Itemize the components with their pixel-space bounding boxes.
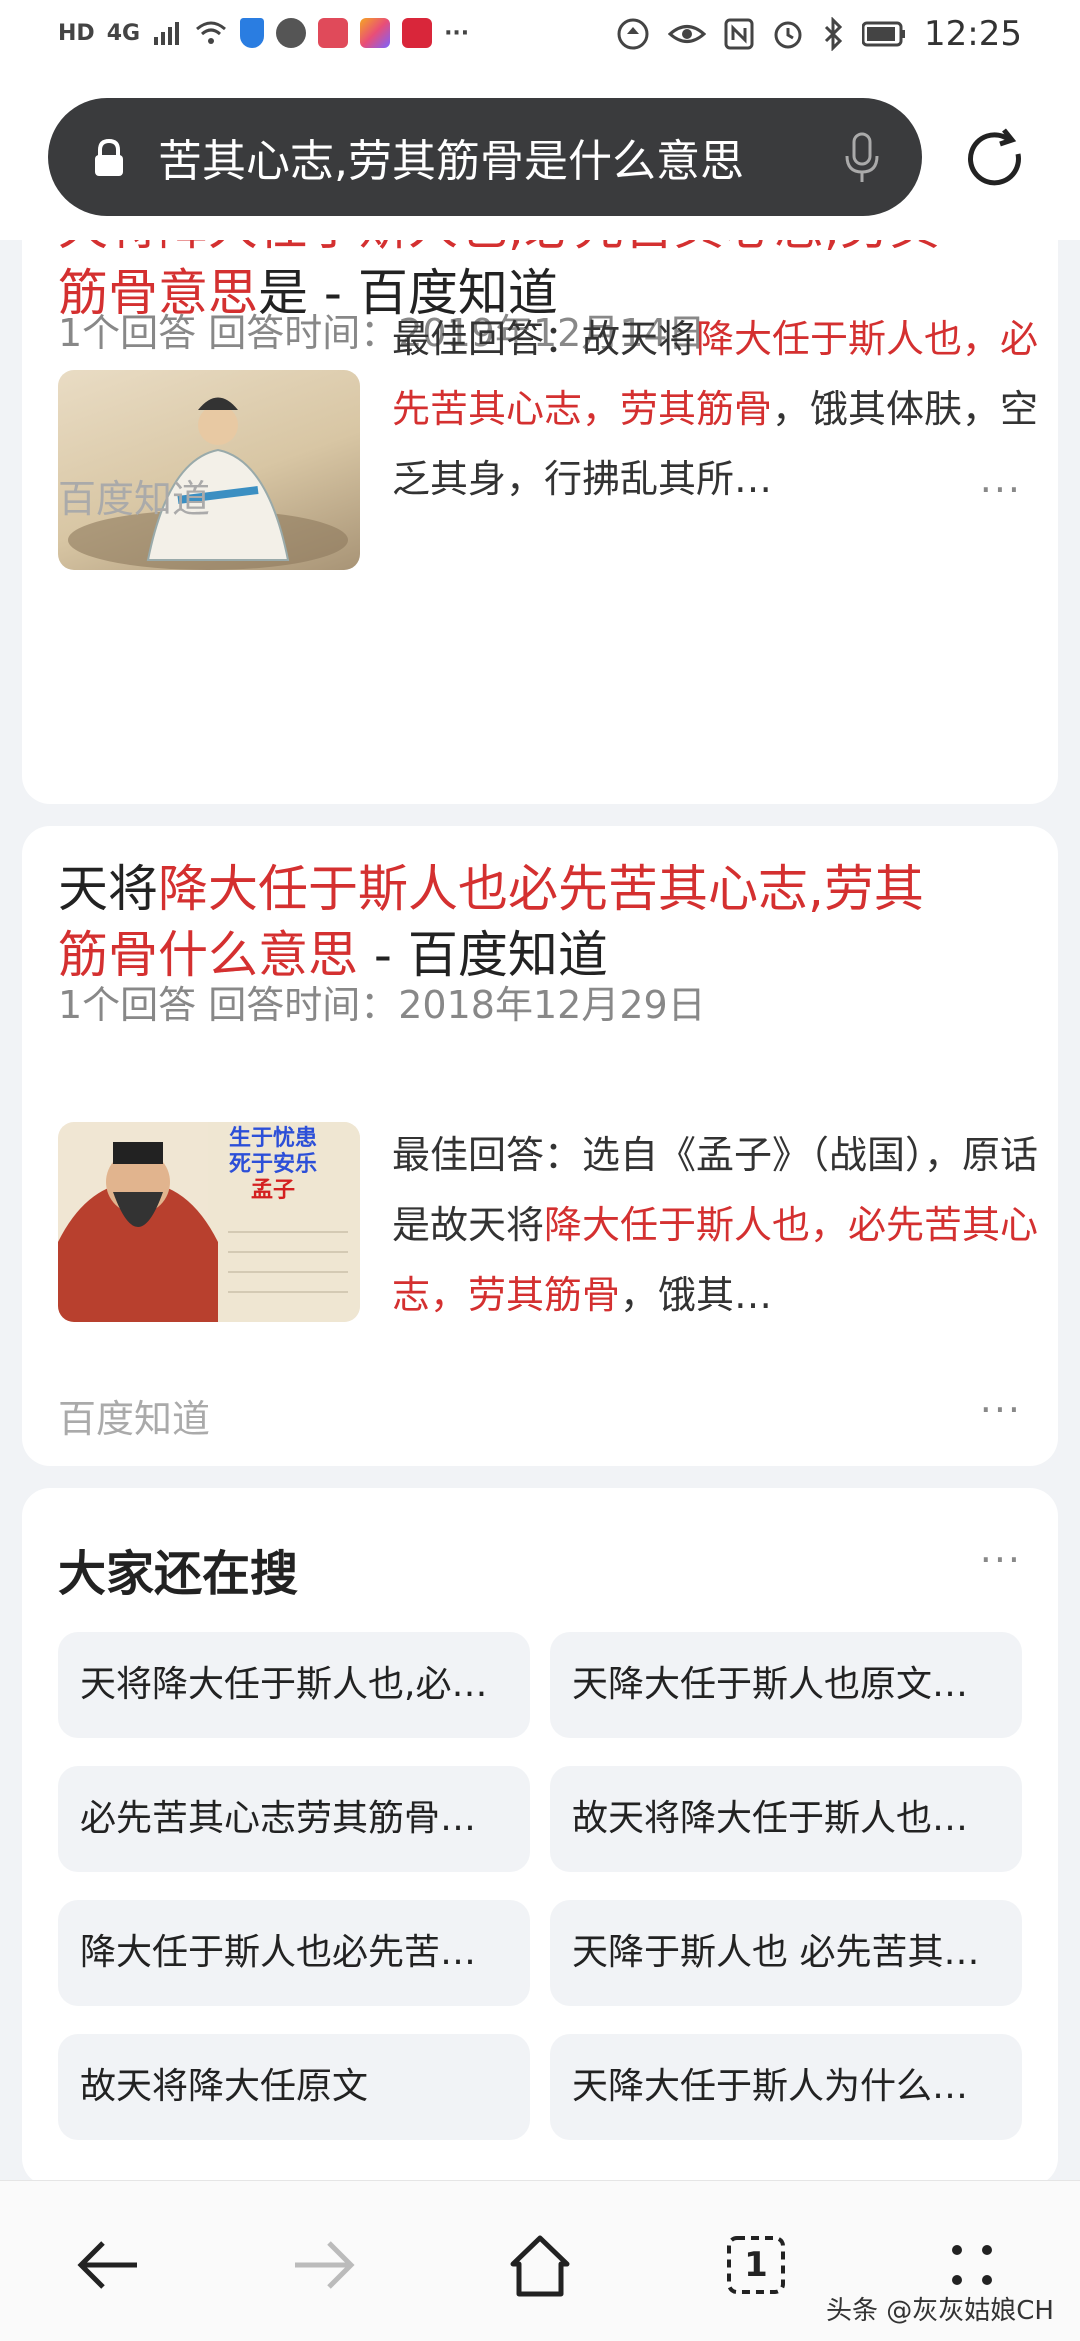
data-saver-icon [617, 18, 649, 50]
result-more-button[interactable]: ··· [980, 1388, 1022, 1432]
more-notifications-icon: ··· [444, 20, 470, 46]
wifi-icon [196, 21, 227, 44]
refresh-icon[interactable] [960, 124, 1030, 194]
back-button[interactable] [68, 2225, 148, 2305]
signal-icon [154, 22, 180, 45]
result-meta: 1个回答 回答时间：2018年12月29日 [58, 983, 706, 1027]
menu-dots-icon [952, 2245, 992, 2285]
title-line-1: 天将降大任于斯人也必先苦其心志,劳其 [58, 860, 924, 918]
status-right: 12:25 [616, 14, 1022, 54]
tab-count: 1 [744, 2245, 768, 2285]
arrow-left-icon [77, 2241, 137, 2289]
related-chip[interactable]: 天降于斯人也 必先苦其… [550, 1900, 1022, 2006]
status-left: HD 4G ··· [58, 18, 469, 48]
home-icon [510, 2235, 570, 2297]
status-bar: HD 4G ··· 12:25 [0, 0, 1080, 80]
microphone-icon[interactable] [842, 130, 882, 186]
reader-app-icon [318, 18, 349, 48]
thumb-caption: 生于忧患 死于安乐 孟子 [228, 1126, 317, 1203]
bluetooth-icon [824, 17, 843, 51]
tabs-button[interactable]: 1 [716, 2225, 796, 2305]
search-query[interactable]: 苦其心志,劳其筋骨是什么意思 [158, 125, 744, 189]
result-snippet: 最佳回答：故天将降大任于斯人也，必先苦其心志，劳其筋骨，饿其体肤，空乏其身，行拂… [392, 317, 1039, 501]
clock: 12:25 [924, 14, 1022, 54]
related-chip[interactable]: 天降大任于斯人也原文… [550, 1632, 1022, 1738]
browser-top-bar: 苦其心志,劳其筋骨是什么意思 [0, 80, 1080, 240]
result-card-1[interactable]: 天将降大任于斯人也,必先苦其心志,劳其 筋骨意思是 - 百度知道 1个回答 回答… [22, 198, 1058, 804]
result-snippet: 最佳回答：选自《孟子》（战国），原话是故天将降大任于斯人也，必先苦其心志，劳其筋… [392, 1133, 1039, 1317]
related-searches-card: 大家还在搜 ··· 天将降大任于斯人也,必… 天降大任于斯人也原文… 必先苦其心… [22, 1488, 1058, 2186]
result-thumbnail[interactable]: 生于忧患 死于安乐 孟子 [58, 1122, 360, 1322]
battery-icon [862, 21, 906, 47]
eye-icon [668, 25, 707, 43]
result-source-text: 百度知道 [58, 1397, 211, 1441]
heart-app-icon [402, 18, 433, 48]
result-title[interactable]: 天将降大任于斯人也必先苦其心志,劳其 筋骨什么意思 - 百度知道 [58, 856, 1038, 988]
related-more-button[interactable]: ··· [980, 1538, 1022, 1582]
arrow-right-icon [295, 2241, 355, 2289]
result-more-button[interactable]: ··· [980, 468, 1022, 512]
related-chip[interactable]: 故天将降大任原文 [58, 2034, 530, 2140]
related-chip[interactable]: 天将降大任于斯人也,必… [58, 1632, 530, 1738]
lock-icon [95, 138, 123, 176]
result-card-2[interactable]: 天将降大任于斯人也必先苦其心志,劳其 筋骨什么意思 - 百度知道 1个回答 回答… [22, 826, 1058, 1466]
related-chip[interactable]: 降大任于斯人也必先苦… [58, 1900, 530, 2006]
related-chip[interactable]: 天降大任于斯人为什么… [550, 2034, 1022, 2140]
nfc-icon [724, 18, 754, 50]
shield-icon [240, 18, 265, 48]
alarm-icon [774, 21, 802, 49]
wechat-icon [276, 18, 307, 48]
hd-badge: HD [58, 20, 95, 46]
search-bar[interactable]: 苦其心志,劳其筋骨是什么意思 [48, 98, 922, 216]
network-badge: 4G [106, 20, 141, 46]
watermark: 头条 @灰灰姑娘CH [826, 2296, 1054, 2326]
related-chip[interactable]: 故天将降大任于斯人也… [550, 1766, 1022, 1872]
forward-button[interactable] [284, 2225, 364, 2305]
color-app-icon [360, 18, 391, 48]
related-title: 大家还在搜 [58, 1546, 299, 1602]
home-button[interactable] [500, 2225, 580, 2305]
result-source-text: 百度知道 [58, 477, 211, 521]
related-chip[interactable]: 必先苦其心志劳其筋骨… [58, 1766, 530, 1872]
